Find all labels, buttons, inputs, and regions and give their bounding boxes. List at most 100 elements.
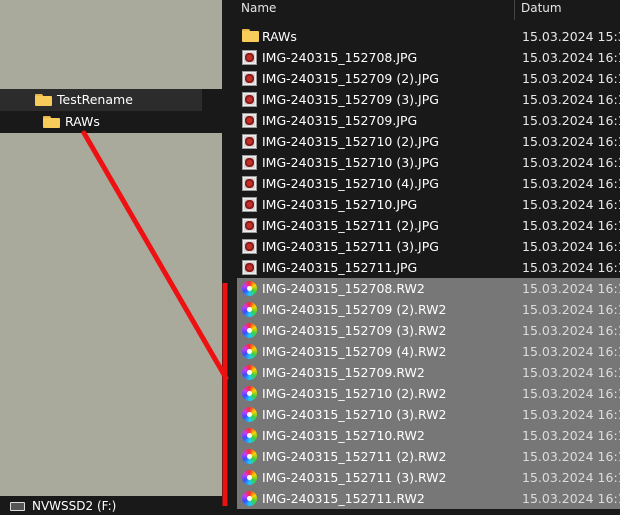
raw-file-icon [242, 344, 257, 359]
raw-file-icon [242, 470, 257, 485]
file-name: IMG-240315_152710 (2).RW2 [262, 386, 447, 401]
drive-icon [10, 501, 25, 511]
file-date: 15.03.2024 16:11 [522, 218, 620, 233]
raw-file-icon [242, 365, 257, 380]
file-row[interactable]: IMG-240315_152711.RW2 15.03.2024 16:11 [237, 488, 620, 509]
file-name: IMG-240315_152710.RW2 [262, 428, 425, 443]
file-date: 15.03.2024 16:11 [522, 197, 620, 212]
file-name: IMG-240315_152710 (3).JPG [262, 155, 439, 170]
file-date: 15.03.2024 16:11 [522, 365, 620, 380]
file-name: IMG-240315_152708.RW2 [262, 281, 425, 296]
file-date: 15.03.2024 16:11 [522, 449, 620, 464]
file-name: IMG-240315_152711.JPG [262, 260, 418, 275]
file-name: IMG-240315_152709.JPG [262, 113, 418, 128]
file-row[interactable]: IMG-240315_152709 (3).JPG 15.03.2024 16:1… [222, 89, 620, 110]
tree-item-drive[interactable]: NVWSSD2 (F:) [10, 498, 116, 514]
drive-label: NVWSSD2 (F:) [32, 499, 117, 513]
raw-file-icon [242, 449, 257, 464]
file-date: 15.03.2024 16:11 [522, 386, 620, 401]
raw-file-icon [242, 386, 257, 401]
raw-file-icon [242, 428, 257, 443]
jpg-file-icon [242, 92, 257, 107]
file-date: 15.03.2024 16:11 [522, 92, 620, 107]
jpg-file-icon [242, 71, 257, 86]
raw-file-icon [242, 281, 257, 296]
file-date: 15.03.2024 16:11 [522, 71, 620, 86]
tree-item-testrename[interactable]: TestRename [0, 89, 202, 111]
file-name: IMG-240315_152710.JPG [262, 197, 418, 212]
file-list: RAWs 15.03.2024 15:36 IMG-240315_152708.JP… [222, 26, 620, 509]
file-date: 15.03.2024 16:11 [522, 470, 620, 485]
jpg-file-icon [242, 113, 257, 128]
jpg-file-icon [242, 260, 257, 275]
file-row[interactable]: IMG-240315_152708.RW2 15.03.2024 16:11 [237, 278, 620, 299]
file-list-pane: Name Datum RAWs 15.03.2024 15:36 IMG-24031… [222, 0, 620, 515]
file-name: IMG-240315_152709 (2).JPG [262, 71, 439, 86]
file-row[interactable]: IMG-240315_152710.RW2 15.03.2024 16:11 [237, 425, 620, 446]
file-date: 15.03.2024 16:11 [522, 281, 620, 296]
raw-file-icon [242, 302, 257, 317]
file-date: 15.03.2024 16:11 [522, 491, 620, 506]
column-separator[interactable] [514, 0, 515, 20]
file-date: 15.03.2024 16:11 [522, 407, 620, 422]
folder-icon [242, 29, 259, 44]
jpg-file-icon [242, 134, 257, 149]
file-row[interactable]: IMG-240315_152710.JPG 15.03.2024 16:11 [222, 194, 620, 215]
file-name: IMG-240315_152710 (4).JPG [262, 176, 439, 191]
file-name: IMG-240315_152709 (3).JPG [262, 92, 439, 107]
drive-bar: NVWSSD2 (F:) [0, 496, 222, 515]
file-row[interactable]: RAWs 15.03.2024 15:36 [222, 26, 620, 47]
file-name: IMG-240315_152709 (3).RW2 [262, 323, 447, 338]
tree-item-label: RAWs [65, 114, 100, 129]
file-row[interactable]: IMG-240315_152711 (3).JPG 15.03.2024 16:1… [222, 236, 620, 257]
file-name: IMG-240315_152709 (4).RW2 [262, 344, 447, 359]
file-row[interactable]: IMG-240315_152709 (2).JPG 15.03.2024 16:1… [222, 68, 620, 89]
file-name: IMG-240315_152711.RW2 [262, 491, 425, 506]
raw-file-icon [242, 491, 257, 506]
navigation-tree: TestRename RAWs [0, 89, 222, 133]
file-name: IMG-240315_152710 (2).JPG [262, 134, 439, 149]
raw-file-icon [242, 407, 257, 422]
file-name: IMG-240315_152711 (2).JPG [262, 218, 439, 233]
file-date: 15.03.2024 16:11 [522, 134, 620, 149]
tree-item-label: TestRename [57, 92, 133, 107]
file-name: RAWs [262, 29, 297, 44]
jpg-file-icon [242, 155, 257, 170]
folder-icon [35, 94, 52, 106]
file-row[interactable]: IMG-240315_152711 (3).RW2 15.03.2024 16:1… [237, 467, 620, 488]
file-name: IMG-240315_152711 (2).RW2 [262, 449, 447, 464]
column-header-name[interactable]: Name [241, 0, 276, 16]
tree-item-raws[interactable]: RAWs [0, 111, 222, 133]
file-row[interactable]: IMG-240315_152709.RW2 15.03.2024 16:11 [237, 362, 620, 383]
file-row[interactable]: IMG-240315_152710 (2).JPG 15.03.2024 16:1… [222, 131, 620, 152]
raw-file-icon [242, 323, 257, 338]
file-name: IMG-240315_152709.RW2 [262, 365, 425, 380]
column-header-date[interactable]: Datum [521, 0, 562, 16]
file-row[interactable]: IMG-240315_152709 (3).RW2 15.03.2024 16:1… [237, 320, 620, 341]
left-background [0, 0, 222, 515]
file-date: 15.03.2024 16:11 [522, 239, 620, 254]
file-row[interactable]: IMG-240315_152709 (2).RW2 15.03.2024 16:1… [237, 299, 620, 320]
folder-icon [43, 116, 60, 128]
file-row[interactable]: IMG-240315_152711.JPG 15.03.2024 16:11 [222, 257, 620, 278]
file-row[interactable]: IMG-240315_152711 (2).RW2 15.03.2024 16:1… [237, 446, 620, 467]
jpg-file-icon [242, 197, 257, 212]
file-date: 15.03.2024 16:11 [522, 155, 620, 170]
file-date: 15.03.2024 16:11 [522, 323, 620, 338]
file-date: 15.03.2024 16:11 [522, 176, 620, 191]
file-date: 15.03.2024 16:11 [522, 428, 620, 443]
file-row[interactable]: IMG-240315_152708.JPG 15.03.2024 16:11 [222, 47, 620, 68]
jpg-file-icon [242, 176, 257, 191]
file-row[interactable]: IMG-240315_152710 (2).RW2 15.03.2024 16:1… [237, 383, 620, 404]
file-name: IMG-240315_152709 (2).RW2 [262, 302, 447, 317]
file-date: 15.03.2024 16:11 [522, 50, 620, 65]
file-row[interactable]: IMG-240315_152709 (4).RW2 15.03.2024 16:1… [237, 341, 620, 362]
file-date: 15.03.2024 15:36 [522, 29, 620, 44]
file-row[interactable]: IMG-240315_152710 (3).JPG 15.03.2024 16:1… [222, 152, 620, 173]
file-date: 15.03.2024 16:11 [522, 113, 620, 128]
file-row[interactable]: IMG-240315_152711 (2).JPG 15.03.2024 16:1… [222, 215, 620, 236]
column-header: Name Datum [222, 0, 620, 22]
file-row[interactable]: IMG-240315_152709.JPG 15.03.2024 16:11 [222, 110, 620, 131]
file-row[interactable]: IMG-240315_152710 (3).RW2 15.03.2024 16:1… [237, 404, 620, 425]
file-row[interactable]: IMG-240315_152710 (4).JPG 15.03.2024 16:1… [222, 173, 620, 194]
